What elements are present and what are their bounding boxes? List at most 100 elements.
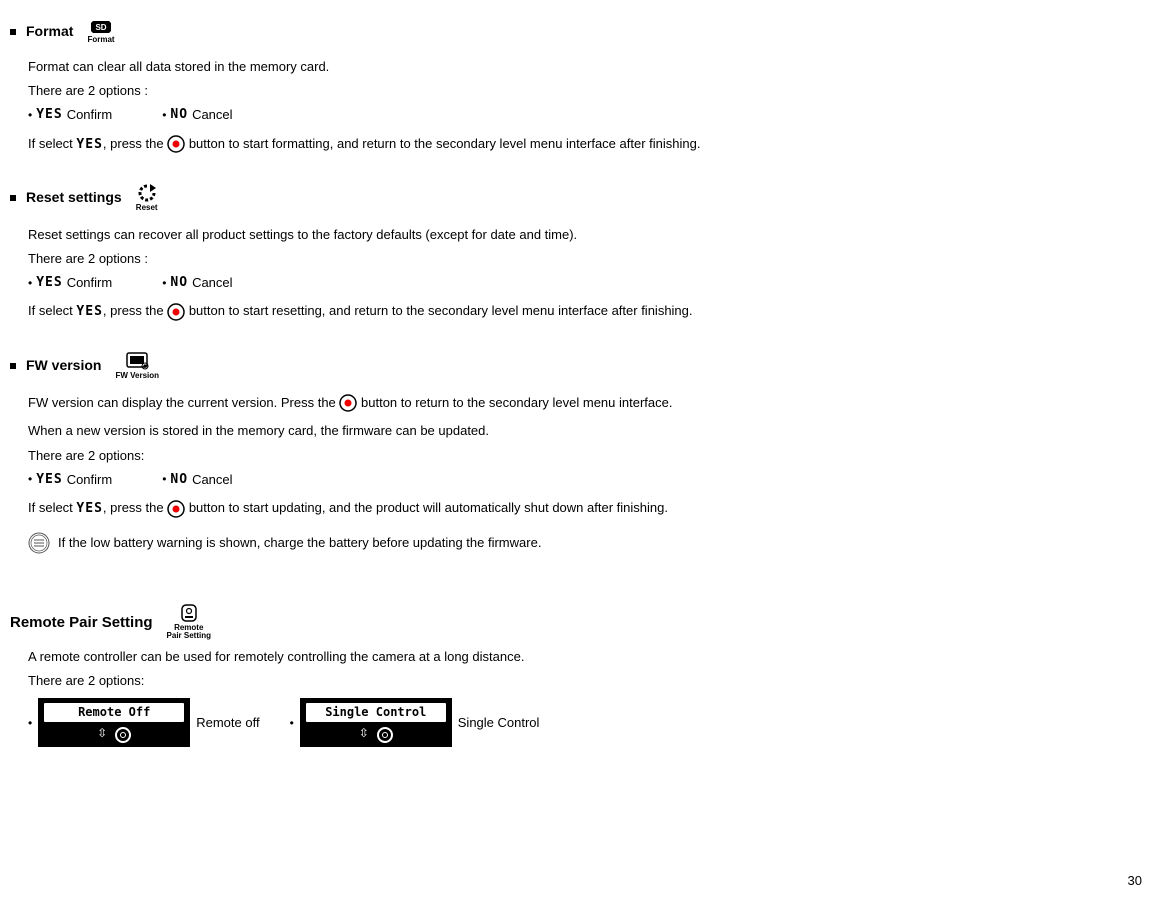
- fw-desc2: When a new version is stored in the memo…: [28, 422, 1130, 440]
- section-header-format: Format SD Format: [10, 20, 1130, 44]
- instr-post: button to start resetting, and return to…: [185, 303, 692, 318]
- remote-icon-label2: Pair Setting: [167, 632, 211, 640]
- section-header-fw: FW version FW Version: [10, 352, 1130, 380]
- remote-off-box-label: Remote Off: [43, 702, 185, 723]
- no-icon: NO: [170, 106, 188, 124]
- section-header-reset: Reset settings Reset: [10, 184, 1130, 212]
- yes-icon: YES: [36, 471, 62, 489]
- fw-desc1-pre: FW version can display the current versi…: [28, 395, 339, 410]
- opt-yes: • YES Confirm: [28, 274, 112, 292]
- opt-yes: • YES Confirm: [28, 106, 112, 124]
- record-button-icon: [167, 499, 185, 518]
- format-icon-label: Format: [87, 36, 114, 44]
- remote-desc1: A remote controller can be used for remo…: [28, 648, 1130, 666]
- confirm-label: Confirm: [67, 274, 113, 292]
- remote-opt-single: • Single Control ⇳ Single Control: [290, 698, 540, 747]
- heading-remote-pair: Remote Pair Setting Remote Pair Setting: [10, 604, 1130, 640]
- bullet-icon: [10, 29, 16, 35]
- bullet-dot: •: [162, 275, 166, 292]
- instr-post: button to start updating, and the produc…: [185, 500, 668, 515]
- instr-pre: If select: [28, 500, 76, 515]
- bullet-dot: •: [162, 107, 166, 124]
- format-desc1: Format can clear all data stored in the …: [28, 58, 1130, 76]
- instr-pre: If select: [28, 303, 76, 318]
- ring-icon: [377, 727, 393, 743]
- reset-desc2: There are 2 options :: [28, 250, 1130, 268]
- box-bottom-row: ⇳: [39, 725, 189, 746]
- instr-mid: , press the: [103, 136, 167, 151]
- format-instruction: If select YES, press the button to start…: [28, 135, 1130, 154]
- section-format: Format SD Format Format can clear all da…: [10, 20, 1130, 154]
- bullet-dot: •: [28, 275, 32, 292]
- no-icon: NO: [170, 274, 188, 292]
- remote-single-box: Single Control ⇳: [300, 698, 452, 747]
- page-number: 30: [1128, 872, 1142, 890]
- opt-no: • NO Cancel: [162, 106, 232, 124]
- cancel-label: Cancel: [192, 106, 232, 124]
- fw-desc1-post: button to return to the secondary level …: [357, 395, 672, 410]
- title-fw: FW version: [26, 356, 101, 376]
- fw-instruction: If select YES, press the button to start…: [28, 499, 1130, 518]
- bullet-icon: [10, 363, 16, 369]
- fw-icon: FW Version: [115, 352, 159, 380]
- fw-desc1: FW version can display the current versi…: [28, 394, 1130, 413]
- opt-no: • NO Cancel: [162, 274, 232, 292]
- format-desc2: There are 2 options :: [28, 82, 1130, 100]
- reset-icon-label: Reset: [136, 204, 158, 212]
- bullet-dot: •: [290, 715, 294, 732]
- bullet-dot: •: [162, 471, 166, 488]
- bullet-dot: •: [28, 471, 32, 488]
- reset-instruction: If select YES, press the button to start…: [28, 302, 1130, 321]
- ring-icon: [115, 727, 131, 743]
- record-button-icon: [339, 394, 357, 413]
- opt-yes: • YES Confirm: [28, 471, 112, 489]
- opt-no: • NO Cancel: [162, 471, 232, 489]
- reset-desc1: Reset settings can recover all product s…: [28, 226, 1130, 244]
- section-fw: FW version FW Version FW version can dis…: [10, 352, 1130, 555]
- remote-off-box: Remote Off ⇳: [38, 698, 190, 747]
- remote-single-label: Single Control: [458, 714, 540, 732]
- remote-off-label: Remote off: [196, 714, 259, 732]
- bullet-dot: •: [28, 107, 32, 124]
- cancel-label: Cancel: [192, 274, 232, 292]
- format-options: • YES Confirm • NO Cancel: [28, 106, 1130, 124]
- section-remote: A remote controller can be used for remo…: [10, 648, 1130, 747]
- reset-options: • YES Confirm • NO Cancel: [28, 274, 1130, 292]
- confirm-label: Confirm: [67, 471, 113, 489]
- section-reset: Reset settings Reset Reset settings can …: [10, 184, 1130, 322]
- yes-icon: YES: [76, 501, 102, 516]
- instr-pre: If select: [28, 136, 76, 151]
- no-icon: NO: [170, 471, 188, 489]
- note-icon: [28, 532, 50, 554]
- instr-post: button to start formatting, and return t…: [185, 136, 700, 151]
- fw-desc3: There are 2 options:: [28, 447, 1130, 465]
- remote-icon: Remote Pair Setting: [167, 604, 211, 640]
- remote-options: • Remote Off ⇳ Remote off • Single Contr…: [28, 698, 1130, 747]
- instr-mid: , press the: [103, 500, 167, 515]
- bullet-dot: •: [28, 715, 32, 732]
- confirm-label: Confirm: [67, 106, 113, 124]
- title-reset: Reset settings: [26, 188, 122, 208]
- remote-title: Remote Pair Setting: [10, 612, 153, 633]
- title-format: Format: [26, 22, 73, 42]
- format-icon: SD Format: [87, 20, 114, 44]
- fw-options: • YES Confirm • NO Cancel: [28, 471, 1130, 489]
- bullet-icon: [10, 195, 16, 201]
- fw-note: If the low battery warning is shown, cha…: [28, 532, 1130, 554]
- remote-desc2: There are 2 options:: [28, 672, 1130, 690]
- cancel-label: Cancel: [192, 471, 232, 489]
- updown-arrow-icon: ⇳: [359, 727, 369, 743]
- remote-opt-off: • Remote Off ⇳ Remote off: [28, 698, 260, 747]
- record-button-icon: [167, 303, 185, 322]
- box-bottom-row: ⇳: [301, 725, 451, 746]
- fw-note-text: If the low battery warning is shown, cha…: [58, 534, 541, 552]
- yes-icon: YES: [36, 274, 62, 292]
- remote-single-box-label: Single Control: [305, 702, 447, 723]
- record-button-icon: [167, 135, 185, 154]
- yes-icon: YES: [36, 106, 62, 124]
- updown-arrow-icon: ⇳: [97, 727, 107, 743]
- svg-text:SD: SD: [95, 23, 106, 32]
- fw-icon-label: FW Version: [115, 372, 159, 380]
- yes-icon: YES: [76, 304, 102, 319]
- yes-icon: YES: [76, 137, 102, 152]
